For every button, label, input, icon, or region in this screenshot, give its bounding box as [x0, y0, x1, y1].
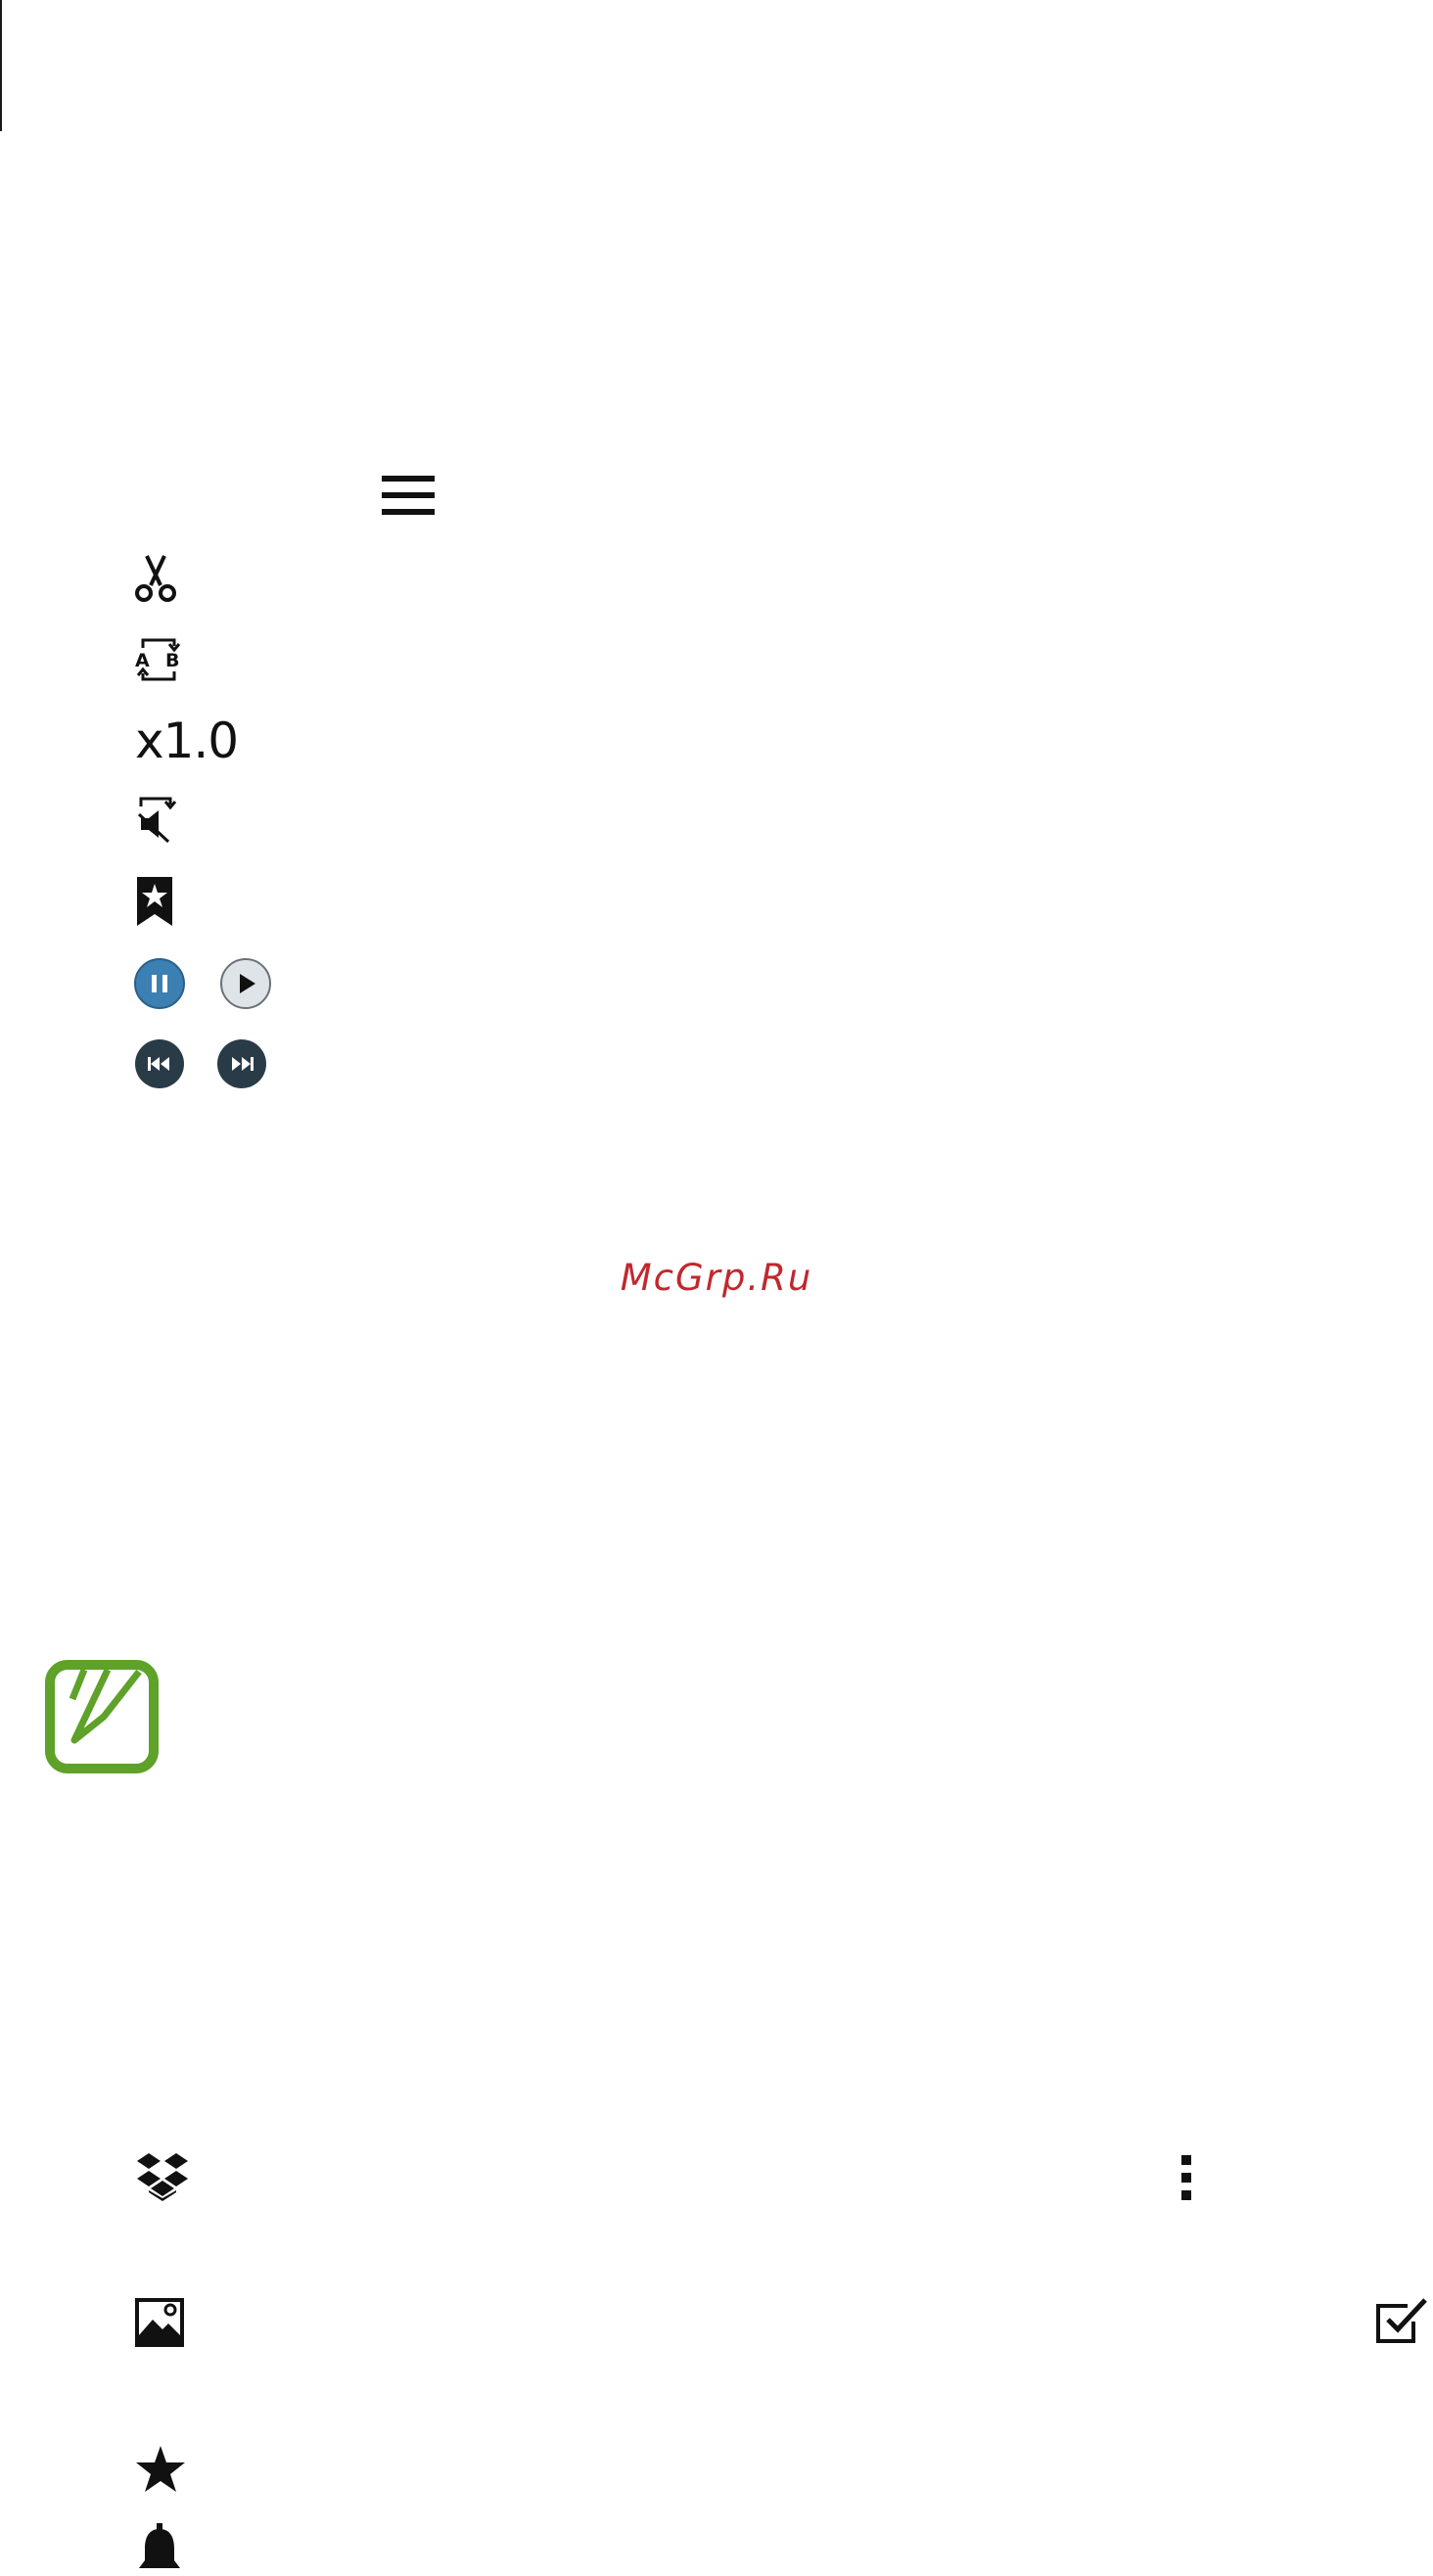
scissors-icon — [133, 554, 178, 603]
bookmark-star-icon — [137, 877, 172, 926]
mute-repeat-icon — [135, 795, 178, 844]
menu-icon — [382, 474, 435, 517]
note-pencil-icon — [45, 1660, 159, 1773]
manual-page: A B x1.0 McGrp.Ru — [0, 0, 1433, 2576]
dropbox-icon — [135, 2151, 190, 2202]
svg-text:B: B — [165, 650, 179, 671]
pause-icon — [133, 957, 186, 1010]
checkbox-icon — [1374, 2296, 1429, 2347]
repeat-ab-icon: A B — [133, 634, 184, 685]
play-icon — [219, 957, 272, 1010]
page-edge-line — [0, 0, 2, 131]
star-icon — [135, 2445, 186, 2494]
more-options-icon — [1177, 2153, 1196, 2202]
rewind-icon — [133, 1037, 186, 1090]
fast-forward-icon — [215, 1037, 268, 1090]
watermark-text: McGrp.Ru — [620, 1257, 813, 1299]
bell-icon — [135, 2523, 184, 2576]
image-icon — [135, 2298, 184, 2347]
svg-text:A: A — [135, 650, 150, 671]
playback-speed-label: x1.0 — [135, 713, 239, 769]
